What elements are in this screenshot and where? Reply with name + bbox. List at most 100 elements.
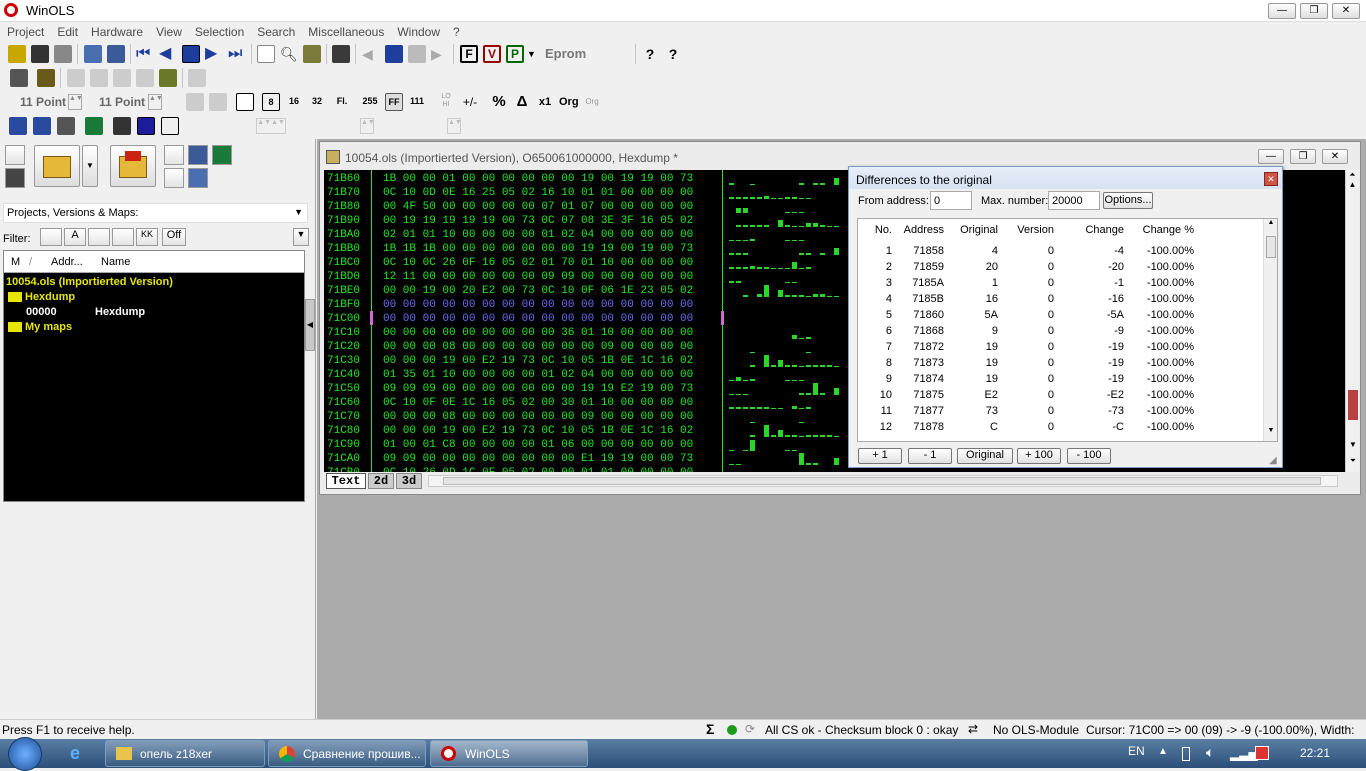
diff-cell[interactable]: 71877	[896, 403, 944, 419]
diff-cell[interactable]: 20	[946, 259, 998, 275]
hex-row-bytes[interactable]: 00 19 19 19 19 19 00 73 0C 07 08 3E 3F 1…	[383, 214, 693, 228]
clock[interactable]: 22:21	[1300, 746, 1330, 760]
select-icon[interactable]	[33, 117, 51, 135]
tab-2d[interactable]: 2d	[368, 473, 394, 489]
search-icon[interactable]: 🔍︎	[280, 45, 298, 63]
task-winols[interactable]: WinOLS	[430, 740, 588, 767]
font-size-1[interactable]: 11 Point	[20, 95, 66, 109]
bars-icon[interactable]	[161, 117, 179, 135]
tree-item-name[interactable]: Hexdump	[95, 306, 145, 318]
factor-icon[interactable]: x1	[536, 93, 554, 111]
options-button[interactable]: Options...	[1103, 192, 1153, 209]
8bit-icon[interactable]: 8	[262, 93, 280, 111]
project-combo[interactable]: Projects, Versions & Maps: ▼	[3, 203, 308, 223]
diff-cell[interactable]: 2	[858, 259, 892, 275]
save-icon[interactable]	[5, 168, 25, 188]
upload-icon[interactable]	[212, 145, 232, 165]
diff-cell[interactable]: 4	[946, 243, 998, 259]
max-number-input[interactable]: 20000	[1048, 191, 1100, 210]
diff-cell[interactable]: 7185B	[896, 291, 944, 307]
menu-edit[interactable]: Edit	[50, 22, 84, 39]
tools-search-icon[interactable]	[188, 145, 208, 165]
start-button[interactable]	[8, 737, 42, 771]
menu-hardware[interactable]: Hardware	[84, 22, 149, 39]
diff-cell[interactable]: 0	[1000, 259, 1054, 275]
dialog-close-button[interactable]: ✕	[1264, 172, 1278, 186]
diff-cell[interactable]: -4	[1056, 243, 1124, 259]
hex-row-bytes[interactable]: 02 01 01 10 00 00 00 00 01 02 04 00 00 0…	[383, 228, 693, 242]
scroll-thumb[interactable]	[1348, 390, 1358, 420]
filter-text-icon[interactable]: A	[64, 228, 86, 246]
diff-cell[interactable]: -C	[1056, 419, 1124, 435]
filter-kk-icon[interactable]: KK	[136, 228, 158, 246]
diff-cell[interactable]: 71860	[896, 307, 944, 323]
properties-icon[interactable]	[188, 168, 208, 188]
diff-cell[interactable]: 0	[1000, 403, 1054, 419]
float-icon[interactable]: Fl.	[333, 93, 351, 111]
ie-icon[interactable]: e	[70, 743, 92, 765]
diff-cell[interactable]: 9	[858, 371, 892, 387]
help-icon[interactable]: ?	[641, 45, 659, 63]
hex-vertical-scrollbar[interactable]: ⏶ ▲ ▼ ⏷	[1345, 170, 1359, 472]
delta-icon[interactable]: Δ	[513, 93, 531, 111]
open-folder-button[interactable]	[34, 145, 80, 187]
filter-format-icon[interactable]	[88, 228, 110, 246]
diff-cell[interactable]: -100.00%	[1128, 243, 1194, 259]
task-folder[interactable]: опель z18xer	[105, 740, 265, 767]
tray-expand-icon[interactable]: ▲	[1158, 746, 1168, 757]
hex-row-bytes[interactable]: 00 00 19 00 20 E2 00 73 0C 10 0F 06 1E 2…	[383, 284, 693, 298]
scroll-up-icon[interactable]: ▲	[1264, 219, 1277, 226]
diff-cell[interactable]: -73	[1056, 403, 1124, 419]
hex-icon[interactable]: FF	[385, 93, 403, 111]
hex-row-bytes[interactable]: 09 09 00 00 00 00 00 00 00 00 E1 19 19 0…	[383, 452, 693, 466]
original-button[interactable]: Original	[957, 448, 1013, 464]
hex-row-bytes[interactable]: 12 11 00 00 00 00 00 00 09 09 00 00 00 0…	[383, 270, 693, 284]
diff-cell[interactable]: -100.00%	[1128, 291, 1194, 307]
32bit-icon[interactable]: 32	[308, 93, 326, 111]
diff-cell[interactable]: 71878	[896, 419, 944, 435]
diff-cell[interactable]: -9	[1056, 323, 1124, 339]
wand-icon[interactable]	[57, 117, 75, 135]
diff-cell[interactable]: -100.00%	[1128, 419, 1194, 435]
restore-button[interactable]: ❐	[1300, 3, 1328, 19]
diff-cell[interactable]: 19	[946, 339, 998, 355]
split-window-icon[interactable]	[107, 45, 125, 63]
signal-icon[interactable]: ▂▃▅	[1230, 747, 1258, 761]
col-name[interactable]: Name	[101, 256, 130, 268]
action-center-icon[interactable]	[1255, 746, 1269, 760]
diff-scroll-thumb[interactable]	[1266, 236, 1276, 258]
tool-active-icon[interactable]	[159, 69, 177, 87]
diff-cell[interactable]: 4	[858, 291, 892, 307]
hex-row-bytes[interactable]: 1B 00 00 01 00 00 00 00 00 00 19 00 19 1…	[383, 172, 693, 186]
diff-cell[interactable]: 19	[946, 355, 998, 371]
percent-icon[interactable]: %	[490, 93, 508, 111]
menu-search[interactable]: Search	[250, 22, 301, 39]
tree-project[interactable]: 10054.ols (Importierted Version)	[6, 276, 173, 288]
tools-icon[interactable]	[332, 45, 350, 63]
diff-header-1[interactable]: Address	[896, 222, 944, 238]
read-icon[interactable]	[37, 69, 55, 87]
col-address[interactable]: Addr...	[51, 256, 83, 268]
scroll-up-icon[interactable]: ▲	[1346, 180, 1359, 189]
menu-miscellaneous[interactable]: Miscellaneous	[301, 22, 390, 39]
diff-cell[interactable]: 16	[946, 291, 998, 307]
col-sort[interactable]: /	[29, 256, 32, 268]
block-icon[interactable]	[137, 117, 155, 135]
scroll-down-icon[interactable]: ▼	[1264, 427, 1277, 434]
hex-row-bytes[interactable]: 00 00 00 19 00 E2 19 73 0C 10 05 1B 0E 1…	[383, 424, 693, 438]
columns-icon[interactable]	[186, 93, 204, 111]
lohi-icon[interactable]: LO HI	[437, 93, 455, 111]
diff-cell[interactable]: 0	[1000, 371, 1054, 387]
diff-cell[interactable]: -1	[1056, 275, 1124, 291]
context-help-icon[interactable]: ?↖	[664, 45, 682, 80]
table-icon[interactable]	[236, 93, 254, 111]
compare-icon[interactable]	[85, 117, 103, 135]
diff-header-3[interactable]: Version	[1000, 222, 1054, 238]
diff-cell[interactable]: 73	[946, 403, 998, 419]
connect-icon[interactable]	[10, 69, 28, 87]
diff-cell[interactable]: 71874	[896, 371, 944, 387]
binary-icon[interactable]: 111	[408, 93, 426, 111]
filter-off-button[interactable]: Off	[162, 228, 186, 246]
plus-1-button[interactable]: + 1	[858, 448, 902, 464]
diff-cell[interactable]: -100.00%	[1128, 371, 1194, 387]
